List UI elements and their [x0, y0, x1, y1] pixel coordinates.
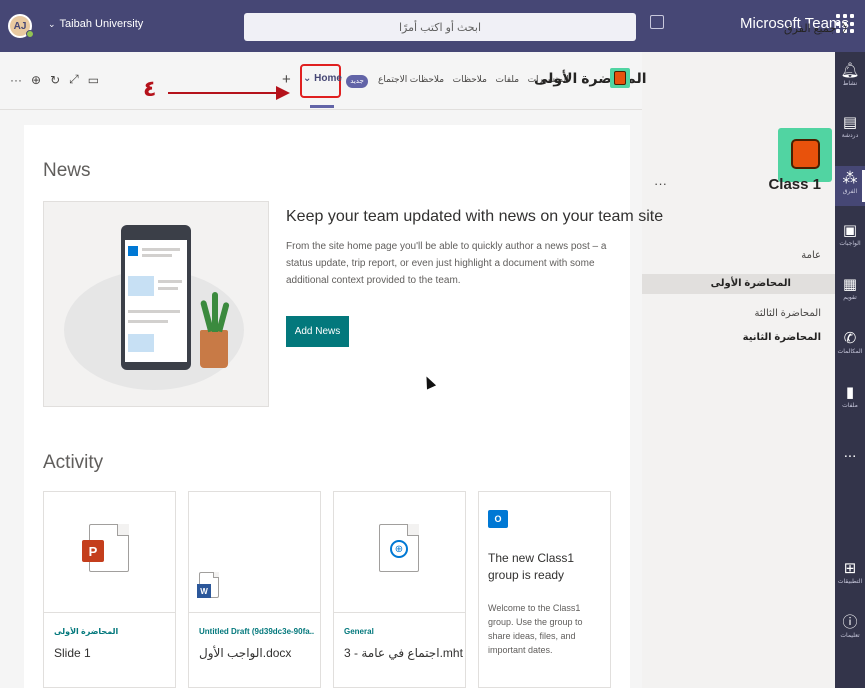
- more-options-icon[interactable]: ···: [10, 73, 22, 87]
- conversation-icon[interactable]: ▭: [88, 73, 99, 87]
- illustration-line: [142, 254, 172, 257]
- teams-icon: ⁂: [842, 170, 858, 187]
- rail-chat[interactable]: ▤ دردشة: [835, 114, 865, 150]
- illustration-line: [158, 287, 178, 290]
- activity-card[interactable]: ⊕ General اجتماع في عامة - 3.mht: [333, 491, 466, 688]
- org-switcher[interactable]: ⌄ Taibah University: [48, 18, 143, 30]
- illustration-line: [128, 310, 180, 313]
- activity-section-title: Activity: [43, 452, 104, 473]
- news-heading: Keep your team updated with news on your…: [286, 208, 664, 225]
- activity-card[interactable]: W Untitled Draft (9d39dc3e-90fa... الواج…: [188, 491, 321, 688]
- annotation-arrow-line: [168, 92, 278, 94]
- powerpoint-badge-icon: P: [82, 540, 104, 562]
- rail-apps[interactable]: ⊞ التطبيقات: [835, 560, 865, 596]
- illustration-line: [158, 280, 182, 283]
- presence-indicator-icon: [26, 30, 34, 38]
- activity-file-name[interactable]: Slide 1: [54, 646, 91, 660]
- add-news-button[interactable]: Add News: [286, 316, 349, 347]
- rail-help[interactable]: ⓘ تعليمات: [835, 614, 865, 650]
- title-bar: AJ ⌄ Taibah University ابحث أو اكتب أمرًا…: [0, 0, 865, 52]
- chevron-right-icon: 〉: [842, 23, 853, 35]
- org-name: Taibah University: [59, 18, 144, 30]
- group-card-title: The new Class1 group is ready: [488, 551, 575, 582]
- tab-meeting-notes[interactable]: ملاحظات الاجتماع: [378, 74, 444, 84]
- illustration-screen-bar: [125, 232, 187, 240]
- channel-item-lecture-3[interactable]: المحاضرة الثالثة: [755, 308, 821, 319]
- activity-card[interactable]: P المحاضرة الأولى Slide 1: [43, 491, 176, 688]
- new-badge: جديد: [346, 75, 368, 88]
- refresh-icon[interactable]: ↻: [50, 73, 60, 87]
- chat-icon: ▤: [842, 114, 858, 131]
- help-icon: ⓘ: [842, 614, 858, 631]
- activity-site-name[interactable]: المحاضرة الأولى: [54, 627, 169, 636]
- add-tab-button[interactable]: +: [282, 71, 291, 88]
- rail-assignments[interactable]: ▣ الواجبات: [835, 222, 865, 258]
- illustration-block: [128, 246, 138, 256]
- rail-calendar[interactable]: ▦ تقويم: [835, 276, 865, 312]
- rail-activity[interactable]: 🔔︎ نشاط: [835, 62, 865, 98]
- bell-icon: 🔔︎: [840, 62, 860, 79]
- illustration-plant-pot: [200, 330, 228, 368]
- tab-notes[interactable]: ملاحظات: [453, 74, 487, 84]
- activity-file-name[interactable]: الواجب الأول.docx: [199, 646, 291, 660]
- activity-site-name[interactable]: General: [344, 627, 459, 636]
- team-more-options-icon[interactable]: ···: [654, 176, 667, 191]
- chevron-down-icon: ⌄: [48, 19, 56, 29]
- rail-files[interactable]: ▮ ملفات: [835, 384, 865, 420]
- team-logo-glyph: [791, 139, 820, 169]
- annotation-step-number: ٤: [143, 76, 157, 101]
- group-card-body: Welcome to the Class1 group. Use the gro…: [488, 603, 583, 655]
- rail-teams[interactable]: ⁂ الفرق: [835, 166, 865, 206]
- apps-icon: ⊞: [843, 560, 857, 577]
- activity-file-name[interactable]: اجتماع في عامة - 3.mht: [344, 646, 463, 660]
- chevron-down-icon: ⌄: [303, 73, 312, 84]
- header-toolbar: ··· ⊕ ↻ ⤢ ▭: [10, 72, 99, 87]
- compose-icon[interactable]: [650, 15, 664, 29]
- channel-item-lecture-1[interactable]: المحاضرة الأولى: [642, 274, 835, 294]
- illustration-line: [128, 320, 168, 323]
- search-input[interactable]: ابحث أو اكتب أمرًا: [244, 13, 636, 41]
- channel-item-general[interactable]: عامة: [801, 250, 821, 261]
- app-rail: 🔔︎ نشاط ▤ دردشة ⁂ الفرق ▣ الواجبات ▦ تقويم ✆ ا…: [835, 52, 865, 688]
- outlook-group-icon: O: [488, 510, 508, 528]
- expand-icon[interactable]: ⤢: [69, 72, 79, 87]
- channel-team-icon-glyph: [614, 71, 626, 85]
- channel-item-lecture-2[interactable]: المحاضرة الثانية: [743, 332, 821, 343]
- files-icon: ▮: [845, 384, 855, 401]
- more-icon: ...: [843, 444, 857, 461]
- team-name[interactable]: Class 1: [768, 176, 821, 193]
- activity-site-name[interactable]: Untitled Draft (9d39dc3e-90fa...: [199, 627, 314, 636]
- tab-files[interactable]: ملفات: [495, 74, 519, 84]
- rail-calls[interactable]: ✆ المكالمات: [835, 330, 865, 366]
- rail-more[interactable]: ...: [835, 444, 865, 468]
- calls-icon: ✆: [843, 330, 857, 347]
- globe-icon: ⊕: [390, 540, 408, 558]
- news-section-title: News: [43, 160, 91, 181]
- illustration-line: [142, 248, 180, 251]
- annotation-arrow-head-icon: [276, 86, 290, 100]
- word-badge-icon: W: [197, 584, 211, 598]
- assignments-icon: ▣: [842, 222, 858, 239]
- illustration-image: [128, 276, 154, 296]
- globe-icon[interactable]: ⊕: [31, 73, 41, 87]
- calendar-icon: ▦: [842, 276, 858, 293]
- illustration-image: [128, 334, 154, 352]
- active-tab-underline: [310, 105, 334, 108]
- news-description: From the site home page you'll be able t…: [286, 241, 607, 286]
- all-teams-link[interactable]: جميع الفرق 〉: [784, 20, 853, 36]
- tab-home[interactable]: ⌄ Home: [303, 73, 342, 84]
